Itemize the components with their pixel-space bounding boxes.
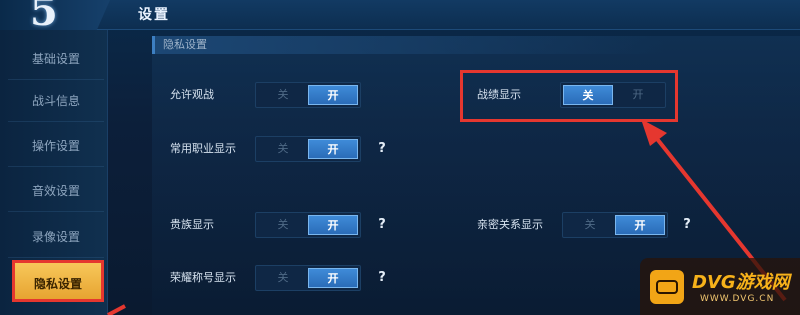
gamepad-icon bbox=[650, 270, 684, 304]
watermark-title: DVG游戏网 bbox=[692, 272, 790, 293]
annotation-arrowhead bbox=[641, 119, 667, 146]
watermark-url: WWW.DVG.CN bbox=[700, 294, 775, 304]
watermark-badge: DVG游戏网 WWW.DVG.CN bbox=[640, 258, 800, 315]
annotation-arrow-tail bbox=[107, 304, 126, 315]
